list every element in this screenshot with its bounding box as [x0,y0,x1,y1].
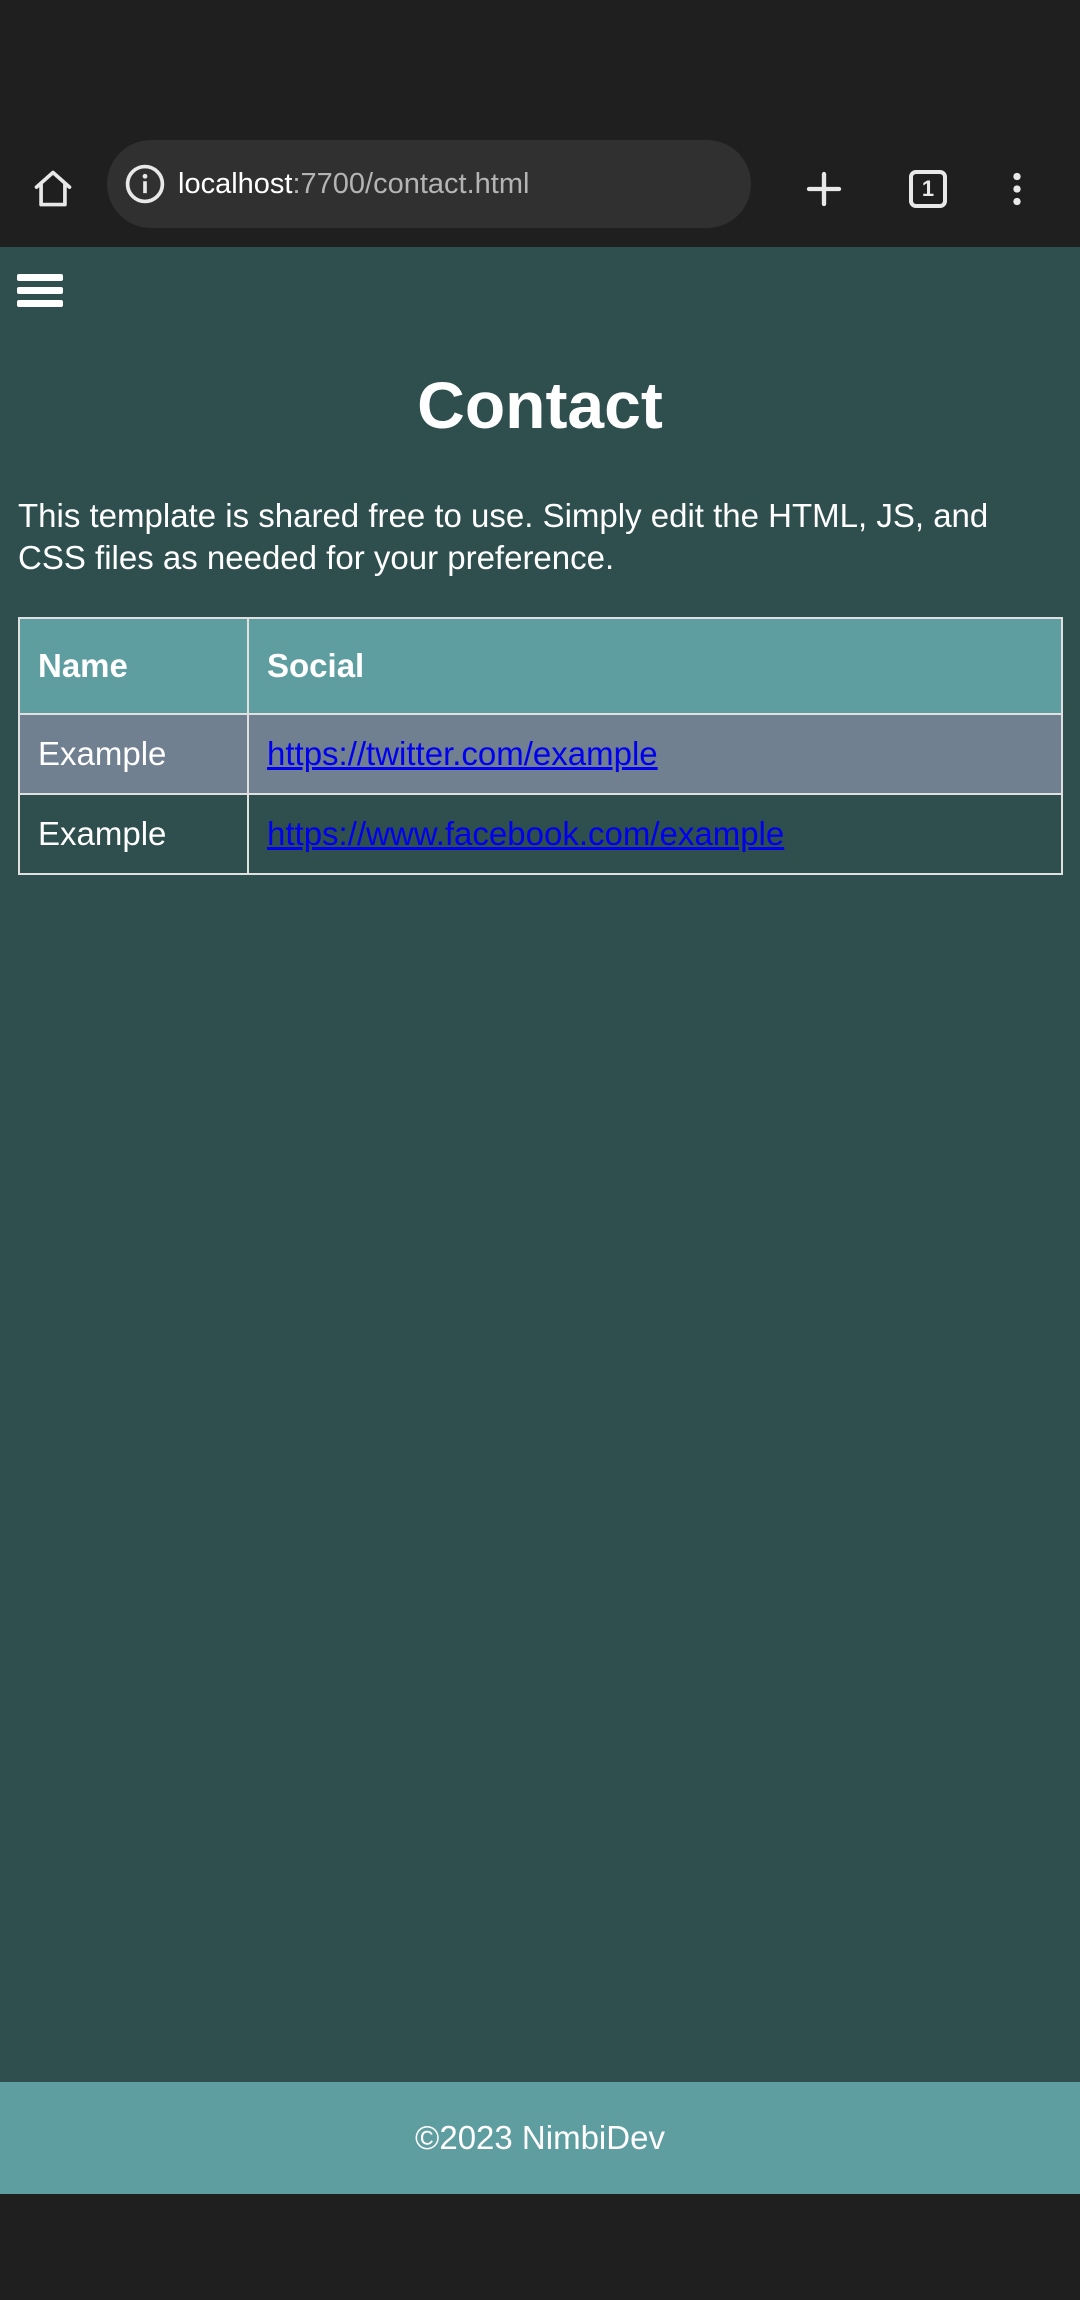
url-host: localhost [178,168,293,200]
facebook-link[interactable]: https://www.facebook.com/example [267,815,784,852]
status-bar [0,0,1080,132]
plus-icon [806,171,842,207]
home-button[interactable] [22,158,84,220]
intro-text: This template is shared free to use. Sim… [18,497,989,576]
cell-name: Example [18,793,249,875]
tab-count: 1 [921,176,935,201]
table-header-row: Name Social [18,617,1063,715]
cell-social: https://www.facebook.com/example [247,793,1063,875]
url-text[interactable]: localhost:7700/contact.html [178,140,529,228]
page-title: Contact [417,368,663,442]
page-content: Contact This template is shared free to … [0,247,1080,2082]
new-tab-button[interactable] [793,158,855,220]
table-row: Example https://twitter.com/example [18,713,1063,795]
hamburger-menu-icon[interactable] [17,271,65,311]
browser-menu-button[interactable] [986,158,1048,220]
browser-toolbar: localhost:7700/contact.html 1 [0,132,1080,247]
footer-text: ©2023 NimbiDev [415,2119,665,2156]
footer: ©2023 NimbiDev [0,2082,1080,2194]
contact-table: Name Social Example https://twitter.com/… [18,617,1063,875]
more-vert-icon [1013,172,1021,206]
home-icon [34,170,72,207]
url-path: :7700/contact.html [292,168,530,200]
header-social: Social [247,617,1063,715]
table-row: Example https://www.facebook.com/example [18,793,1063,875]
tab-switcher-icon: 1 [909,170,947,208]
twitter-link[interactable]: https://twitter.com/example [267,735,658,772]
tab-switcher-button[interactable]: 1 [897,158,959,220]
info-icon[interactable] [121,160,169,208]
system-nav-bar [0,2194,1080,2300]
cell-name: Example [18,713,249,795]
header-name: Name [18,617,249,715]
address-bar[interactable]: localhost:7700/contact.html [107,140,751,228]
cell-social: https://twitter.com/example [247,713,1063,795]
